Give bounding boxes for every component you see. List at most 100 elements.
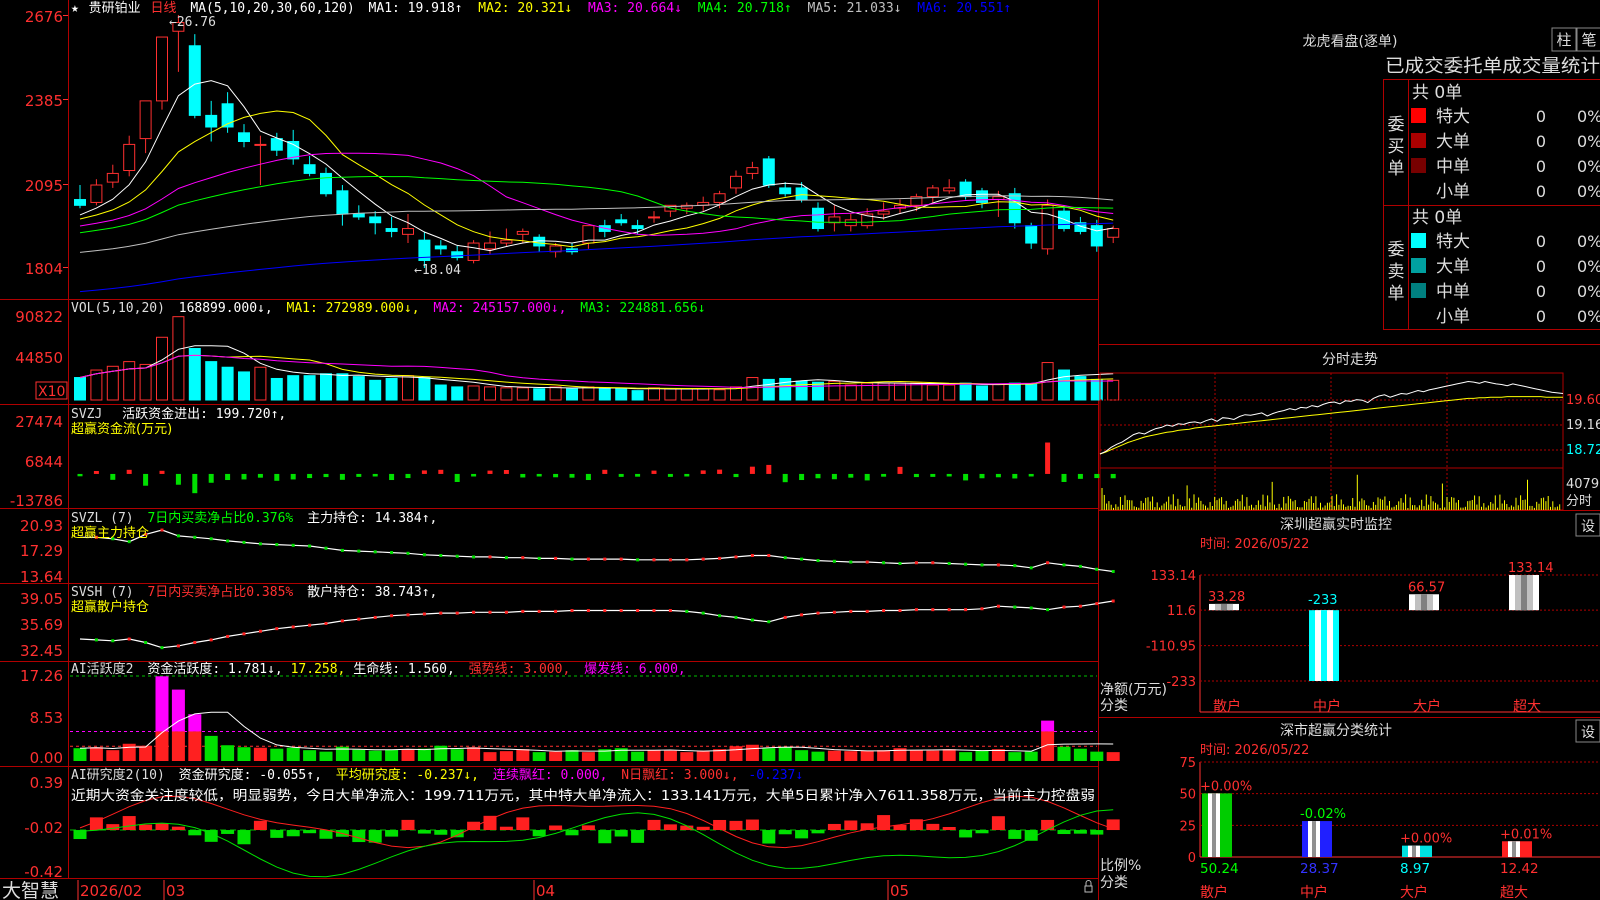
ai2-bar xyxy=(696,826,710,831)
svzj-y-tick: -13786 xyxy=(10,492,63,510)
sell-row-count: 0 xyxy=(1536,307,1546,326)
svsh-marker xyxy=(898,609,902,613)
svzl-marker xyxy=(176,534,180,538)
candle-body xyxy=(320,172,332,195)
svzl-marker xyxy=(996,563,1000,567)
svzl-marker xyxy=(1111,569,1115,573)
ai2-label1: 资金研究度: -0.055↑, xyxy=(179,767,322,783)
buy-row-count: 0 xyxy=(1536,182,1546,201)
volume-bar xyxy=(992,383,1005,401)
candle-body xyxy=(270,138,283,151)
vol-ma2: MA2: 245157.000↓, xyxy=(433,301,566,316)
monitor-bar-core xyxy=(1421,594,1427,611)
ai2-bar xyxy=(155,823,169,831)
ai2-bar xyxy=(827,823,841,831)
candle-body xyxy=(74,199,86,206)
svzj-bar xyxy=(667,473,673,477)
svzl-label1: 7日内买卖净占比0.376% xyxy=(147,510,293,526)
svzl-marker xyxy=(849,560,853,564)
candle-body xyxy=(730,175,742,189)
ai1-bar xyxy=(877,750,891,761)
volume-bar xyxy=(582,386,595,401)
monitor-bar-label: 133.14 xyxy=(1508,561,1554,576)
ai2-label2: 平均研究度: -0.237↓, xyxy=(336,767,479,783)
svzj-bar xyxy=(339,473,345,480)
candle-body xyxy=(369,216,382,224)
main-chart-canvas[interactable]: 2676 2385 2095 1804 ←26.76 ←18.04 ★ 贵研铂业… xyxy=(0,0,1600,900)
ai2-y-tick: 0.39 xyxy=(30,774,63,792)
ai1-bar xyxy=(155,731,169,761)
volume-bar xyxy=(402,375,414,401)
volume-bar xyxy=(320,373,332,401)
svsh-marker xyxy=(652,609,656,613)
ai1-bar xyxy=(1106,752,1120,761)
intraday-vol-label: 分时 xyxy=(1566,494,1592,509)
svsh-marker xyxy=(193,640,197,644)
buy-side-char: 单 xyxy=(1388,159,1405,179)
svg-text:SVZJ 活跃资金进出: 199.720↑,: SVZJ 活跃资金进出: 199.720↑, xyxy=(71,406,286,422)
svzj-bar xyxy=(356,473,362,477)
ai1-bar xyxy=(89,747,103,761)
buy-row-count: 0 xyxy=(1536,132,1546,151)
ai2-bar xyxy=(434,830,448,835)
stock-name[interactable]: 贵研铂业 xyxy=(89,0,141,16)
ai1-bar xyxy=(565,750,579,761)
period-label[interactable]: 日线 xyxy=(151,1,177,16)
classify-bar-core xyxy=(1412,845,1416,857)
svzl-marker xyxy=(931,561,935,565)
volume-bar xyxy=(270,377,283,401)
ai1-y-tick: 0.00 xyxy=(30,749,63,767)
svzj-bar xyxy=(553,473,559,478)
ai2-bar xyxy=(959,830,973,838)
svsh-marker xyxy=(504,610,508,614)
svzj-bar xyxy=(782,473,788,483)
classify-bar-core xyxy=(1512,841,1516,857)
date-label: 04 xyxy=(536,882,555,900)
svzl-marker xyxy=(750,553,754,557)
ai1-y-tick: 17.26 xyxy=(20,667,63,685)
svzj-bar xyxy=(602,469,608,474)
intraday-y-tick: 19.16 xyxy=(1566,418,1600,433)
monitor-y-tick: 133.14 xyxy=(1151,569,1197,584)
svzj-bar xyxy=(963,473,969,481)
ma-title: MA(5,10,20,30,60,120) xyxy=(190,1,354,16)
svzl-marker xyxy=(340,548,344,552)
vol-y-tick: 90822 xyxy=(15,308,63,326)
ai2-bar xyxy=(352,830,366,843)
svsh-marker xyxy=(554,609,558,613)
ai1-bar xyxy=(122,743,136,761)
volume-bar xyxy=(549,386,562,401)
svzl-marker xyxy=(914,561,918,565)
volume-bar xyxy=(598,388,611,401)
volume-bar xyxy=(812,381,824,401)
tick-view-label[interactable]: 笔 xyxy=(1581,31,1596,49)
svzj-label: 活跃资金进出: 199.720↑, xyxy=(122,406,286,422)
svzj-bar xyxy=(110,473,116,480)
svsh-marker xyxy=(1029,606,1033,610)
svzj-y-tick: 27474 xyxy=(15,413,63,431)
ai2-bar xyxy=(270,830,284,838)
svsh-marker xyxy=(1095,602,1099,606)
svsh-marker xyxy=(144,640,148,644)
svzj-bar xyxy=(257,473,263,478)
svzl-marker xyxy=(242,540,246,544)
monitor-settings-label[interactable]: 设 xyxy=(1581,519,1595,535)
svsh-marker xyxy=(750,618,754,622)
candle-body xyxy=(943,187,956,192)
svzj-bar xyxy=(618,473,624,477)
classify-y-tick: 25 xyxy=(1179,819,1196,834)
monitor-x-label: 分类 xyxy=(1100,698,1128,714)
ma3-label: MA3: 20.664↓ xyxy=(588,1,682,16)
svzl-marker xyxy=(652,558,656,562)
svzj-bar xyxy=(864,473,870,481)
svzj-bar xyxy=(421,470,427,474)
classify-settings-label[interactable]: 设 xyxy=(1581,725,1595,741)
svzl-marker xyxy=(701,557,705,561)
volume-bar xyxy=(566,388,578,401)
bar-view-label[interactable]: 柱 xyxy=(1556,31,1571,49)
volume-bar xyxy=(123,361,136,401)
svsh-marker xyxy=(1013,605,1017,609)
svsh-marker xyxy=(685,609,689,613)
svzj-bar xyxy=(881,473,887,477)
candle-body xyxy=(631,225,644,230)
